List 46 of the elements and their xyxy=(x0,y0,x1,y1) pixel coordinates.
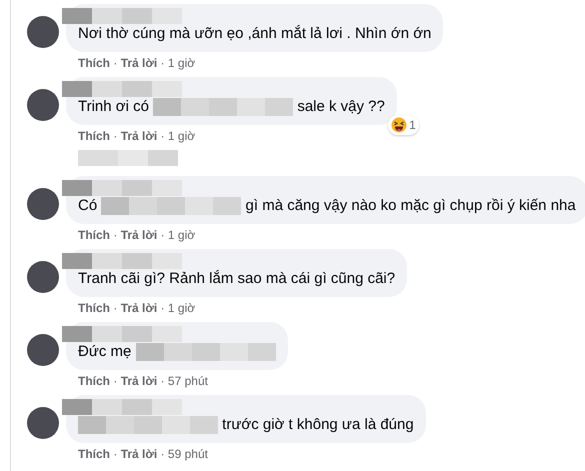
timestamp[interactable]: 1 giờ xyxy=(168,56,196,70)
avatar xyxy=(27,334,59,366)
timestamp[interactable]: 59 phút xyxy=(168,447,208,461)
reply-link[interactable]: Trả lời xyxy=(120,301,158,315)
reply-link[interactable]: Trả lời xyxy=(120,228,158,242)
timestamp[interactable]: 1 giờ xyxy=(168,301,196,315)
separator-dot: · xyxy=(113,228,118,242)
separator-dot: · xyxy=(113,56,118,70)
avatar xyxy=(27,16,59,48)
avatar xyxy=(27,89,59,121)
comment-text: Có xyxy=(78,197,98,214)
reply-link[interactable]: Trả lời xyxy=(120,447,158,461)
separator-dot: · xyxy=(113,129,118,143)
like-link[interactable]: Thích xyxy=(78,228,110,242)
separator-dot: · xyxy=(113,447,118,461)
separator-dot: · xyxy=(160,129,165,143)
like-link[interactable]: Thích xyxy=(78,447,110,461)
separator-dot: · xyxy=(160,301,165,315)
comment-text: Đức mẹ xyxy=(78,343,132,360)
comment-text: Nơi thờ cúng mà ưỡn ẹo ,ánh mắt lả lơi . Nhìn ớn ớn xyxy=(78,25,432,42)
laughing-emoji-icon[interactable] xyxy=(391,117,408,133)
reply-link[interactable]: Trả lời xyxy=(120,374,158,388)
avatar xyxy=(27,261,59,293)
avatar xyxy=(27,407,59,439)
separator-dot: · xyxy=(160,56,165,70)
reply-link[interactable]: Trả lời xyxy=(120,56,158,70)
separator-dot: · xyxy=(113,301,118,315)
comment-text: trước giờ t không ưa là đúng xyxy=(222,416,414,433)
timestamp[interactable]: 57 phút xyxy=(168,374,208,388)
comment-text: sale k vậy ?? xyxy=(297,98,385,115)
reply-link[interactable]: Trả lời xyxy=(120,129,158,143)
timestamp[interactable]: 1 giờ xyxy=(168,129,196,143)
like-link[interactable]: Thích xyxy=(78,129,110,143)
separator-dot: · xyxy=(160,374,165,388)
separator-dot: · xyxy=(160,228,165,242)
timestamp[interactable]: 1 giờ xyxy=(168,228,196,242)
comment-text: Tranh cãi gì? Rảnh lắm sao mà cái gì cũng cãi? xyxy=(78,270,396,287)
separator-dot: · xyxy=(160,447,165,461)
avatar xyxy=(27,188,59,220)
like-link[interactable]: Thích xyxy=(78,374,110,388)
comment-text: Trinh ơi có xyxy=(78,98,149,115)
reaction-count: 1 xyxy=(409,117,416,134)
separator-dot: · xyxy=(113,374,118,388)
like-link[interactable]: Thích xyxy=(78,56,110,70)
like-link[interactable]: Thích xyxy=(78,301,110,315)
comment-text: gì mà căng vậy nào ko mặc gì chụp rồi ý kiến nha xyxy=(246,197,576,214)
